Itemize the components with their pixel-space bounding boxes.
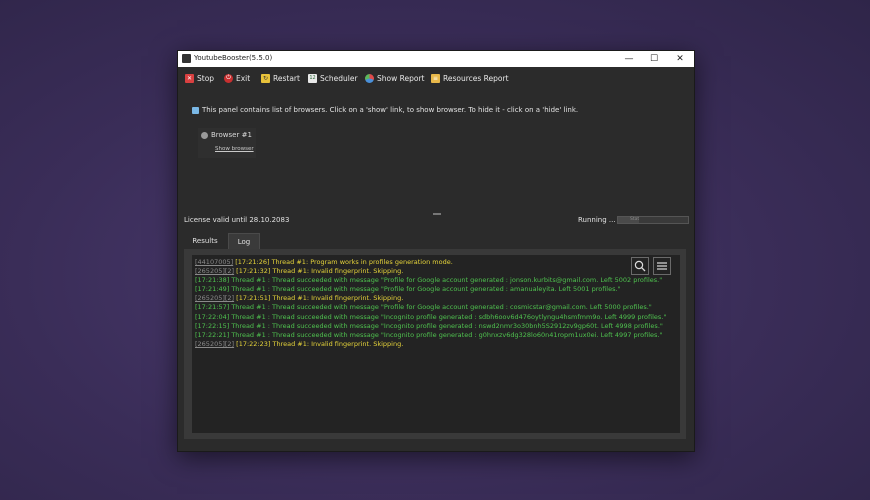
- show-browser-link[interactable]: Show browser: [215, 146, 254, 152]
- exit-button[interactable]: ⏻ Exit: [224, 72, 250, 84]
- stop-label: Stop: [197, 73, 215, 83]
- log-line-text: [17:22:15] Thread #1 : Thread succeeded …: [195, 321, 663, 330]
- title-bar[interactable]: YoutubeBooster(5.5.0) — ☐ ✕: [178, 51, 694, 67]
- log-line-text: [17:22:23] Thread #1: Invalid fingerprin…: [236, 339, 404, 348]
- report-icon: ≡: [431, 73, 440, 83]
- info-text: This panel contains list of browsers. Cl…: [202, 106, 579, 114]
- info-icon: [192, 106, 199, 114]
- tab-results[interactable]: Results: [186, 233, 224, 249]
- progress-bar: Stat: [617, 216, 689, 224]
- log-line: [17:21:57] Thread #1 : Thread succeeded …: [195, 303, 666, 312]
- browser-name: Browser #1: [211, 131, 252, 139]
- log-line: [17:22:15] Thread #1 : Thread succeeded …: [195, 322, 666, 331]
- log-line-id[interactable]: [44107005]: [195, 258, 233, 266]
- exit-label: Exit: [236, 73, 251, 83]
- log-line-text: [17:21:26] Thread #1: Program works in p…: [235, 258, 453, 266]
- stop-button[interactable]: ✕ Stop: [185, 72, 214, 84]
- splitter-handle[interactable]: [433, 213, 441, 215]
- resources-report-label: Resources Report: [443, 73, 509, 83]
- log-line: [17:22:04] Thread #1 : Thread succeeded …: [195, 313, 666, 322]
- search-icon[interactable]: [631, 257, 649, 275]
- resources-report-button[interactable]: ≡ Resources Report: [431, 72, 509, 84]
- log-line-text: [17:22:21] Thread #1 : Thread succeeded …: [195, 330, 663, 339]
- calendar-icon: 12: [308, 73, 317, 83]
- license-status: License valid until 28.10.2083: [184, 216, 290, 224]
- stop-icon: ✕: [185, 73, 194, 83]
- log-line: [265205][2] [17:21:32] Thread #1: Invali…: [195, 267, 666, 276]
- log-lines: [44107005] [17:21:26] Thread #1: Program…: [195, 258, 666, 349]
- scheduler-label: Scheduler: [320, 73, 358, 83]
- log-line-text: [17:21:57] Thread #1 : Thread succeeded …: [195, 303, 652, 312]
- log-line-text: [17:21:32] Thread #1: Invalid fingerprin…: [236, 267, 404, 276]
- minimize-button[interactable]: —: [617, 51, 641, 67]
- running-status: Running ...: [578, 216, 616, 224]
- log-line-text: [17:21:49] Thread #1 : Thread succeeded …: [195, 285, 621, 294]
- maximize-button[interactable]: ☐: [642, 51, 666, 67]
- log-line-id[interactable]: [265205][2]: [195, 294, 234, 302]
- log-line: [265205][2] [17:22:23] Thread #1: Invali…: [195, 340, 666, 349]
- log-line: [265205][2] [17:21:51] Thread #1: Invali…: [195, 294, 666, 303]
- app-icon: [182, 54, 191, 63]
- tab-log[interactable]: Log: [228, 233, 260, 250]
- log-line-text: [17:21:51] Thread #1: Invalid fingerprin…: [236, 294, 404, 303]
- restart-label: Restart: [273, 73, 300, 83]
- browser-icon: [201, 131, 208, 139]
- log-line-id[interactable]: [265205][2]: [195, 267, 234, 275]
- restart-button[interactable]: ↻ Restart: [261, 72, 300, 84]
- log-line: [44107005] [17:21:26] Thread #1: Program…: [195, 258, 666, 267]
- browser-card: Browser #1 Show browser: [198, 128, 256, 158]
- show-report-label: Show Report: [377, 73, 425, 83]
- info-message: This panel contains list of browsers. Cl…: [192, 106, 578, 114]
- close-button[interactable]: ✕: [668, 51, 692, 67]
- log-line-id[interactable]: [265205][2]: [195, 340, 234, 348]
- browser-label: Browser #1: [201, 131, 252, 139]
- log-line-text: [17:22:04] Thread #1 : Thread succeeded …: [195, 312, 667, 321]
- log-line-text: [17:21:38] Thread #1 : Thread succeeded …: [195, 276, 663, 285]
- restart-icon: ↻: [261, 73, 270, 83]
- pie-chart-icon: [365, 73, 374, 83]
- log-line: [17:22:21] Thread #1 : Thread succeeded …: [195, 331, 666, 340]
- power-icon: ⏻: [224, 73, 233, 83]
- scheduler-button[interactable]: 12 Scheduler: [308, 72, 358, 84]
- log-line: [17:21:49] Thread #1 : Thread succeeded …: [195, 285, 666, 294]
- log-line: [17:21:38] Thread #1 : Thread succeeded …: [195, 276, 666, 285]
- window-title: YoutubeBooster(5.5.0): [194, 54, 273, 62]
- log-panel[interactable]: [44107005] [17:21:26] Thread #1: Program…: [192, 255, 680, 433]
- toolbar: ✕ Stop ⏻ Exit ↻ Restart 12 Scheduler Sho…: [178, 67, 694, 89]
- menu-icon[interactable]: [653, 257, 671, 275]
- app-window: YoutubeBooster(5.5.0) — ☐ ✕ ✕ Stop ⏻ Exi…: [177, 50, 695, 452]
- progress-text: Stat: [630, 217, 640, 222]
- log-frame: [44107005] [17:21:26] Thread #1: Program…: [184, 249, 686, 439]
- show-report-button[interactable]: Show Report: [365, 72, 424, 84]
